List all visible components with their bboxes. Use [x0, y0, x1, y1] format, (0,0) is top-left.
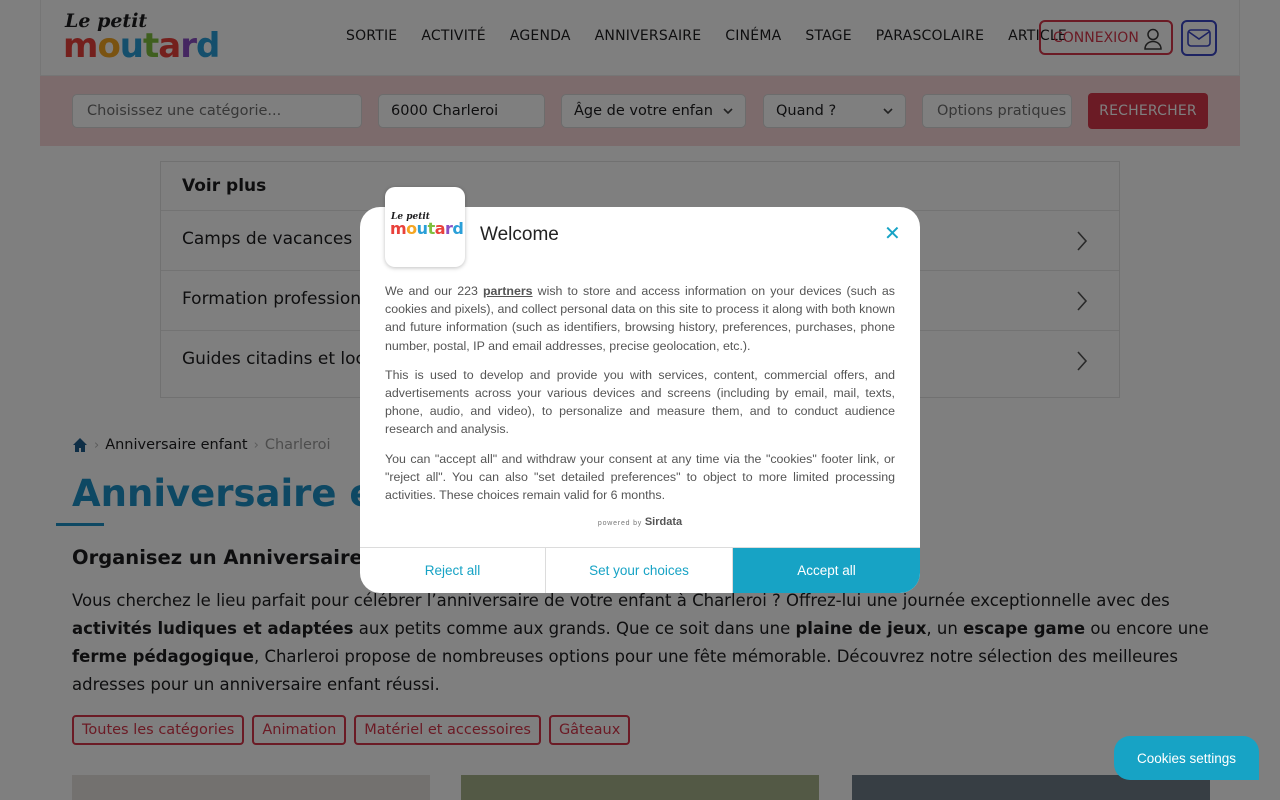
consent-body: We and our 223 partners wish to store an… [385, 282, 895, 515]
logo-text-big: moutard [390, 219, 464, 238]
accept-all-button[interactable]: Accept all [733, 548, 920, 593]
powered-by: powered by Sirdata [360, 516, 920, 528]
powered-by-text: powered by [597, 520, 643, 527]
partners-link[interactable]: partners [483, 284, 533, 298]
set-choices-button[interactable]: Set your choices [546, 548, 733, 593]
consent-title: Welcome [480, 224, 559, 245]
consent-text: We and our 223 [385, 284, 483, 298]
sirdata-logo: Sirdata [644, 516, 683, 528]
consent-paragraph: We and our 223 partners wish to store an… [385, 282, 895, 355]
reject-all-button[interactable]: Reject all [360, 548, 546, 593]
consent-paragraph: You can "accept all" and withdraw your c… [385, 451, 895, 503]
consent-site-logo: Le petit moutard [385, 187, 465, 267]
consent-actions: Reject all Set your choices Accept all [360, 547, 920, 593]
consent-paragraph: This is used to develop and provide you … [385, 367, 895, 437]
cookies-settings-button[interactable]: Cookies settings [1114, 736, 1259, 780]
close-icon[interactable]: ✕ [884, 224, 901, 244]
